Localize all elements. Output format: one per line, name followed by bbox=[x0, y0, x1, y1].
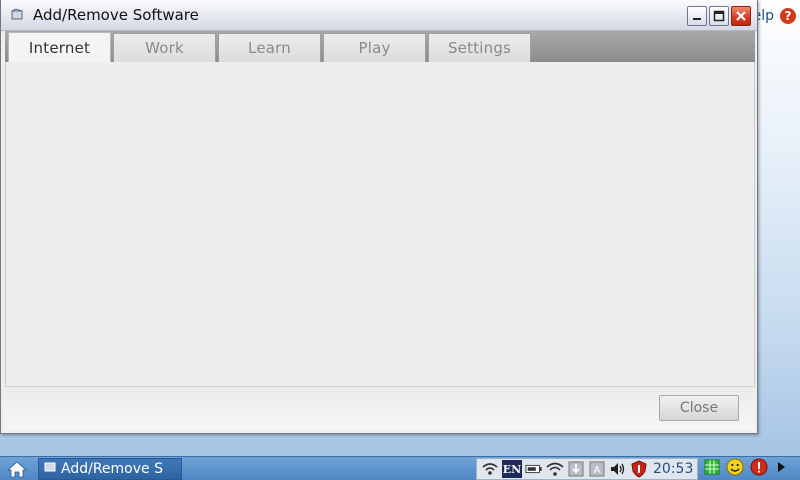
home-button[interactable] bbox=[0, 457, 34, 480]
alert-icon[interactable] bbox=[750, 458, 768, 480]
wifi-icon[interactable] bbox=[546, 460, 564, 478]
volume-icon[interactable] bbox=[609, 460, 627, 478]
taskbar-window-label: Add/Remove S bbox=[61, 460, 163, 477]
system-tray: EN A 20:53 bbox=[476, 458, 698, 480]
tab-learn[interactable]: Learn bbox=[218, 33, 321, 62]
close-button[interactable]: Close bbox=[659, 395, 739, 421]
help-icon: ? bbox=[780, 8, 796, 24]
close-icon bbox=[736, 11, 746, 21]
title-bar[interactable]: Add/Remove Software bbox=[1, 0, 757, 31]
maximize-button[interactable] bbox=[709, 6, 729, 26]
network-icon[interactable] bbox=[481, 460, 499, 478]
menu-arrow-icon[interactable] bbox=[774, 459, 788, 479]
tab-play[interactable]: Play bbox=[323, 33, 426, 62]
add-remove-software-window: Add/Remove Software Internet Work Learn … bbox=[0, 0, 758, 434]
keyboard-language-indicator[interactable]: EN bbox=[502, 460, 522, 478]
tab-work[interactable]: Work bbox=[113, 33, 216, 62]
tab-settings[interactable]: Settings bbox=[428, 33, 531, 62]
maximize-icon bbox=[713, 10, 725, 22]
tab-content-area bbox=[5, 62, 755, 386]
home-icon bbox=[7, 460, 27, 477]
close-window-button[interactable] bbox=[731, 6, 751, 26]
taskbar-window-button[interactable]: Add/Remove S bbox=[38, 457, 182, 480]
smiley-icon[interactable] bbox=[726, 458, 744, 480]
clock[interactable]: 20:53 bbox=[653, 461, 693, 477]
minimize-button[interactable] bbox=[687, 6, 707, 26]
window-title: Add/Remove Software bbox=[33, 6, 199, 24]
package-icon bbox=[43, 460, 57, 478]
input-method-icon[interactable]: A bbox=[588, 460, 606, 478]
desktop-help-link[interactable]: elp ? bbox=[753, 4, 796, 28]
updates-icon[interactable] bbox=[567, 460, 585, 478]
security-shield-icon[interactable] bbox=[630, 460, 648, 478]
svg-text:A: A bbox=[594, 465, 601, 476]
taskbar: Add/Remove S EN A 20:53 bbox=[0, 456, 800, 480]
status-icons bbox=[704, 458, 788, 480]
battery-icon[interactable] bbox=[525, 460, 543, 478]
dialog-footer: Close bbox=[5, 386, 755, 430]
tab-bar: Internet Work Learn Play Settings bbox=[5, 31, 755, 62]
minimize-icon bbox=[693, 18, 701, 20]
tab-internet[interactable]: Internet bbox=[8, 32, 111, 62]
spreadsheet-icon[interactable] bbox=[704, 459, 720, 479]
package-icon bbox=[9, 7, 25, 23]
